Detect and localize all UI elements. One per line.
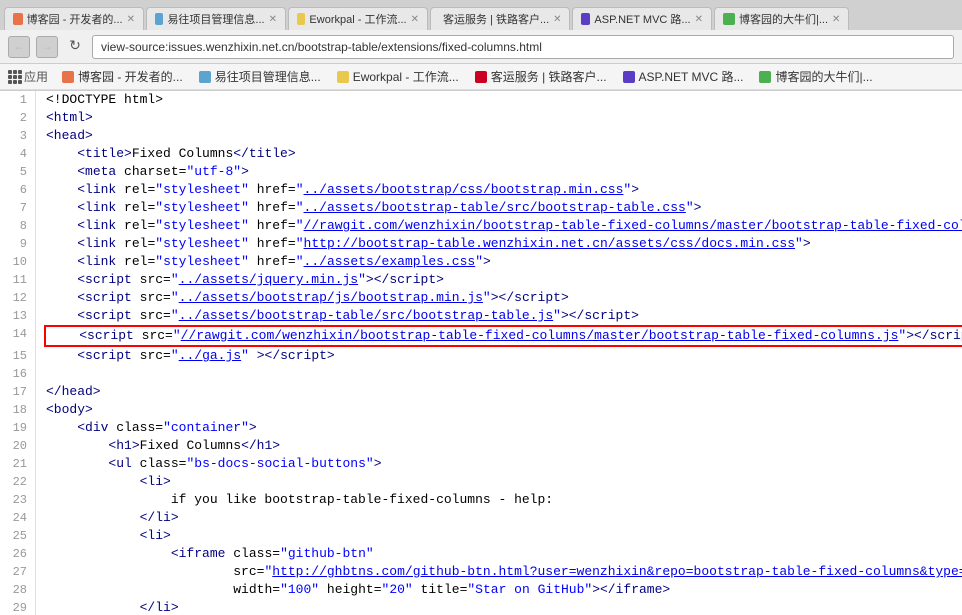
- back-button[interactable]: ←: [8, 36, 30, 58]
- source-line-29: 29 </li>: [0, 599, 962, 615]
- source-line-22: 22 <li>: [0, 473, 962, 491]
- reload-button[interactable]: ↻: [64, 36, 86, 58]
- bookmark-eworkpal[interactable]: Eworkpal - 工作流...: [331, 66, 465, 87]
- source-line-11: 11 <script src="../assets/jquery.min.js"…: [0, 271, 962, 289]
- address-bar[interactable]: [92, 35, 954, 59]
- source-line-17: 17</head>: [0, 383, 962, 401]
- source-line-28: 28 width="100" height="20" title="Star o…: [0, 581, 962, 599]
- source-line-19: 19 <div class="container">: [0, 419, 962, 437]
- tab-cnblog[interactable]: 博客园的大牛们|... ✕: [714, 7, 849, 30]
- source-line-3: 3<head>: [0, 127, 962, 145]
- source-line-12: 12 <script src="../assets/bootstrap/js/b…: [0, 289, 962, 307]
- tab-bloggarden[interactable]: 博客园 - 开发者的... ✕: [4, 7, 144, 30]
- source-line-14: 14 <script src="//rawgit.com/wenzhixin/b…: [0, 325, 962, 347]
- reload-icon: ↻: [69, 38, 81, 55]
- source-line-25: 25 <li>: [0, 527, 962, 545]
- forward-button[interactable]: →: [36, 36, 58, 58]
- bookmark-cnblog[interactable]: 博客园的大牛们|...: [753, 66, 878, 87]
- source-line-23: 23 if you like bootstrap-table-fixed-col…: [0, 491, 962, 509]
- tab-yiwang[interactable]: 易往项目管理信息... ✕: [146, 7, 286, 30]
- bookmarks-bar: 应用 博客园 - 开发者的... 易往项目管理信息... Eworkpal - …: [0, 64, 962, 90]
- apps-label: 应用: [24, 68, 48, 85]
- source-line-9: 9 <link rel="stylesheet" href="http://bo…: [0, 235, 962, 253]
- browser-toolbar: ← → ↻: [0, 30, 962, 64]
- bookmark-yiwang[interactable]: 易往项目管理信息...: [193, 66, 327, 87]
- source-line-2: 2<html>: [0, 109, 962, 127]
- source-line-13: 13 <script src="../assets/bootstrap-tabl…: [0, 307, 962, 325]
- source-line-26: 26 <iframe class="github-btn": [0, 545, 962, 563]
- bookmark-railway[interactable]: 客运服务 | 铁路客户...: [469, 66, 613, 87]
- source-view: 1<!DOCTYPE html>2<html>3<head>4 <title>F…: [0, 91, 962, 615]
- bookmark-aspnet[interactable]: ASP.NET MVC 路...: [617, 66, 750, 87]
- forward-icon: →: [43, 40, 50, 54]
- source-line-15: 15 <script src="../ga.js" ></script>: [0, 347, 962, 365]
- tab-railway[interactable]: 客运服务 | 铁路客户... ✕: [430, 7, 570, 30]
- back-icon: ←: [15, 40, 22, 54]
- source-line-16: 16: [0, 365, 962, 383]
- apps-grid-icon: [8, 70, 22, 84]
- source-line-8: 8 <link rel="stylesheet" href="//rawgit.…: [0, 217, 962, 235]
- source-line-6: 6 <link rel="stylesheet" href="../assets…: [0, 181, 962, 199]
- apps-button[interactable]: 应用: [8, 68, 48, 85]
- source-line-27: 27 src="http://ghbtns.com/github-btn.htm…: [0, 563, 962, 581]
- bookmark-bloggarden[interactable]: 博客园 - 开发者的...: [56, 66, 189, 87]
- source-line-18: 18<body>: [0, 401, 962, 419]
- source-line-1: 1<!DOCTYPE html>: [0, 91, 962, 109]
- tab-eworkpal[interactable]: Eworkpal - 工作流... ✕: [288, 7, 428, 30]
- source-line-5: 5 <meta charset="utf-8">: [0, 163, 962, 181]
- source-line-21: 21 <ul class="bs-docs-social-buttons">: [0, 455, 962, 473]
- browser-chrome: 博客园 - 开发者的... ✕ 易往项目管理信息... ✕ Eworkpal -…: [0, 0, 962, 91]
- tab-aspnet[interactable]: ASP.NET MVC 路... ✕: [572, 7, 712, 30]
- source-line-7: 7 <link rel="stylesheet" href="../assets…: [0, 199, 962, 217]
- source-line-24: 24 </li>: [0, 509, 962, 527]
- source-line-4: 4 <title>Fixed Columns</title>: [0, 145, 962, 163]
- tabs-bar: 博客园 - 开发者的... ✕ 易往项目管理信息... ✕ Eworkpal -…: [0, 0, 962, 30]
- source-line-20: 20 <h1>Fixed Columns</h1>: [0, 437, 962, 455]
- source-line-10: 10 <link rel="stylesheet" href="../asset…: [0, 253, 962, 271]
